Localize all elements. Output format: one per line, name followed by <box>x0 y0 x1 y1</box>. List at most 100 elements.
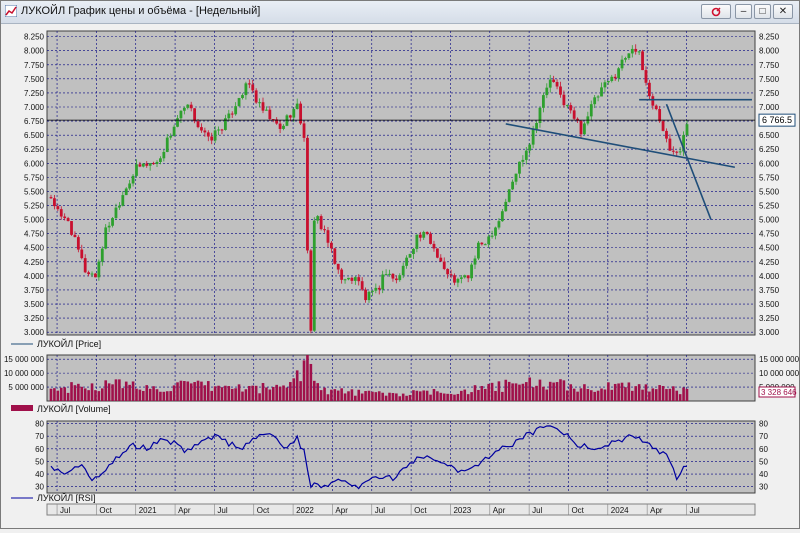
volume-bar <box>343 393 347 401</box>
price-tick-label-right: 8.250 <box>759 33 780 42</box>
volume-bar <box>504 379 508 401</box>
price-legend: ЛУКОЙЛ [Price] <box>11 338 101 349</box>
price-candle <box>94 273 97 278</box>
volume-bar <box>654 389 658 401</box>
maximize-icon: □ <box>759 6 766 17</box>
price-tick-label-right: 5.500 <box>759 187 780 196</box>
volume-bar <box>114 379 118 401</box>
price-candle <box>333 247 337 265</box>
volume-bar <box>630 390 634 401</box>
volume-bar <box>87 390 90 401</box>
volume-bar <box>514 383 518 401</box>
volume-bar <box>77 383 80 401</box>
volume-bar <box>538 379 542 401</box>
volume-bar <box>524 382 528 401</box>
volume-bar <box>528 377 532 401</box>
maximize-button[interactable]: □ <box>754 4 771 19</box>
close-button[interactable]: ✕ <box>773 4 793 19</box>
volume-bar <box>620 382 624 401</box>
price-tick-label-right: 3.250 <box>759 314 780 323</box>
volume-bar <box>248 385 251 401</box>
volume-bar <box>548 381 552 401</box>
x-axis-label: Oct <box>414 506 427 515</box>
price-tick-label-left: 3.500 <box>24 300 45 309</box>
price-tick-label-left: 6.000 <box>24 159 45 168</box>
rsi-tick-label-left: 50 <box>35 457 44 466</box>
price-candle <box>299 101 303 125</box>
volume-bar <box>265 387 268 401</box>
price-candle <box>641 49 644 71</box>
price-tick-label-left: 5.750 <box>24 173 45 182</box>
volume-bar <box>162 391 166 401</box>
volume-bar <box>377 391 381 401</box>
volume-tick-label-left: 10 000 000 <box>4 369 45 378</box>
volume-tick-label-left: 15 000 000 <box>4 355 45 364</box>
volume-bar <box>367 390 371 401</box>
volume-bar <box>118 379 121 401</box>
price-candle <box>70 220 73 236</box>
volume-tick-label-left: 5 000 000 <box>8 383 44 392</box>
price-tick-label-left: 8.250 <box>24 33 45 42</box>
minimize-button[interactable]: – <box>735 4 752 19</box>
volume-bar <box>59 387 63 401</box>
volume-bar <box>576 391 579 401</box>
volume-bar <box>196 380 200 401</box>
volume-bar <box>299 381 302 401</box>
volume-bar <box>501 391 504 401</box>
volume-bar <box>487 383 490 401</box>
volume-bar <box>230 388 234 401</box>
volume-bar <box>644 384 648 401</box>
volume-bar <box>111 384 114 401</box>
volume-bar <box>213 386 217 401</box>
rsi-tick-label-right: 70 <box>759 432 768 441</box>
x-axis-label: Jul <box>532 506 542 515</box>
volume-bar <box>596 390 600 401</box>
volume-bar <box>637 384 641 401</box>
volume-bar <box>80 386 84 401</box>
time-axis-scrollbar[interactable]: Jul Oct 2021 Apr Jul Oct 2022 Apr Jul Oct 2023 Apr J… <box>46 503 756 516</box>
volume-bar <box>439 392 443 401</box>
volume-bar <box>477 389 480 401</box>
rsi-tick-label-right: 80 <box>759 420 768 429</box>
volume-bar <box>63 387 66 401</box>
price-candle <box>408 253 412 258</box>
price-tick-label-left: 4.500 <box>24 244 45 253</box>
volume-bar <box>651 388 655 401</box>
volume-bar <box>237 384 241 401</box>
volume-bar <box>217 385 220 401</box>
title-bar[interactable]: ЛУКОЙЛ График цены и объёма - [Недельный… <box>1 1 799 24</box>
volume-bar <box>142 390 145 401</box>
volume-bar <box>511 383 514 401</box>
x-axis-label: Oct <box>257 506 270 515</box>
app-chart-icon <box>5 5 17 17</box>
volume-bar <box>381 392 384 401</box>
close-icon: ✕ <box>778 6 788 17</box>
x-axis-label: Jul <box>375 506 385 515</box>
volume-bar <box>518 384 521 401</box>
volume-bar <box>412 390 415 401</box>
price-tick-label-right: 8.000 <box>759 47 780 56</box>
price-legend-label: ЛУКОЙЛ [Price] <box>37 338 101 349</box>
price-volume-chart[interactable]: 8.250 8.000 7.750 7.500 7.250 7.000 6.750 6.500… <box>3 23 800 528</box>
app-window: ЛУКОЙЛ График цены и объёма - [Недельный… <box>0 0 800 529</box>
volume-bar <box>234 388 237 401</box>
volume-bar <box>569 384 573 401</box>
close-docs-button[interactable] <box>701 4 731 19</box>
volume-bar <box>90 383 94 401</box>
volume-bar <box>224 385 227 401</box>
price-candle <box>254 88 258 104</box>
volume-bar <box>70 382 73 401</box>
price-tick-label-right: 7.750 <box>759 61 780 70</box>
volume-bar <box>100 388 104 401</box>
volume-bar <box>682 387 685 401</box>
pen-icon <box>711 7 721 17</box>
volume-bar <box>494 390 497 401</box>
volume-bar <box>73 385 77 401</box>
volume-bar <box>384 395 388 401</box>
price-tick-label-left: 7.500 <box>24 75 45 84</box>
volume-bar <box>206 381 210 401</box>
volume-tick-label-right: 10 000 000 <box>759 369 799 378</box>
price-tick-label-right: 4.750 <box>759 230 780 239</box>
volume-bar <box>189 383 193 401</box>
volume-bar <box>685 388 689 401</box>
